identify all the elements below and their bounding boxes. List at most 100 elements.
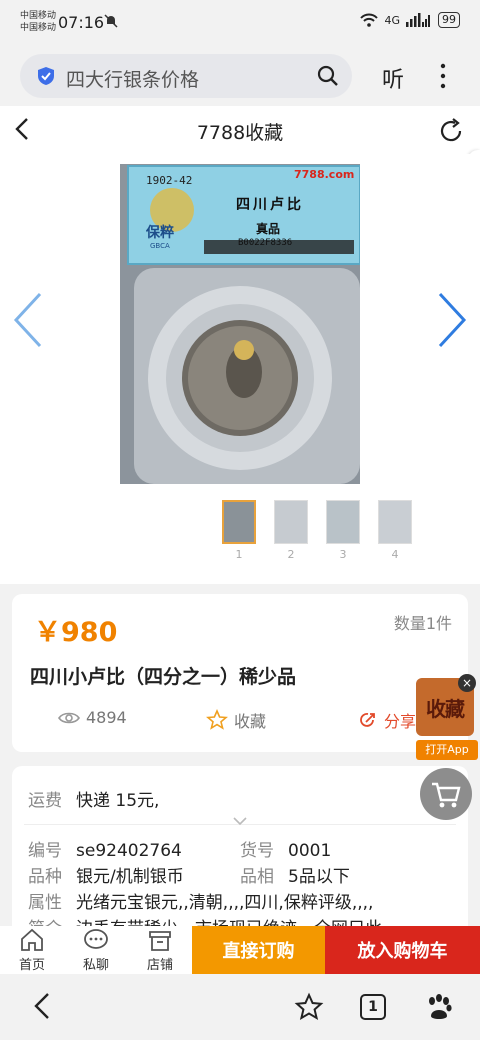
network-type: 4G	[384, 13, 400, 27]
next-image-arrow-icon[interactable]	[434, 290, 470, 350]
open-app-float[interactable]: 收藏 × 打开App	[416, 674, 478, 762]
thumbnail-image	[378, 500, 412, 544]
price: ￥980	[34, 617, 118, 648]
thumbnail-2[interactable]: 2	[274, 500, 308, 561]
thumbnail-strip: 1 2 3 4	[222, 500, 412, 561]
chevron-down-icon[interactable]	[232, 816, 248, 826]
share-button[interactable]: 分享	[358, 708, 416, 732]
baidu-paw-icon[interactable]	[424, 992, 454, 1022]
search-icon[interactable]	[316, 64, 340, 88]
shipping-value: 快递 15元,	[76, 791, 160, 811]
id-key: 编号	[28, 841, 62, 861]
browser-bottom-bar: 1	[0, 978, 480, 1040]
thumbnail-number: 1	[235, 548, 243, 561]
bookmark-star-icon[interactable]	[294, 992, 324, 1022]
product-title: 四川小卢比（四分之一）稀少品	[30, 666, 297, 688]
shipping-key: 运费	[28, 791, 62, 811]
wifi-icon	[360, 13, 379, 27]
thumbnail-3[interactable]: 3	[326, 500, 360, 561]
attributes-key: 属性	[28, 893, 62, 913]
views-stat: 4894	[58, 708, 127, 727]
share-label: 分享	[384, 712, 417, 731]
close-icon[interactable]: ×	[458, 674, 476, 692]
thumbnail-number: 3	[339, 548, 347, 561]
slab-grade: 真品	[256, 222, 281, 236]
kind-key: 品种	[28, 867, 62, 887]
page-header: 7788收藏	[0, 106, 480, 154]
more-options-icon[interactable]	[436, 62, 450, 90]
share-icon	[360, 713, 375, 727]
tab-chat[interactable]: 私聊	[72, 928, 120, 973]
shop-icon	[149, 931, 171, 951]
shield-icon	[38, 67, 54, 85]
thumbnail-number: 4	[391, 548, 399, 561]
prev-image-arrow-icon[interactable]	[10, 290, 46, 350]
tab-shop-label: 店铺	[146, 958, 173, 973]
details-card: 运费 快递 15元, 编号 se92402764 货号 0001 品种 银元/机制银币 …	[12, 766, 468, 936]
carrier-2: 中国移动	[20, 23, 57, 33]
cart-icon	[432, 782, 461, 808]
kind-value: 银元/机制银币	[76, 867, 184, 887]
thumbnail-1[interactable]: 1	[222, 500, 256, 561]
tab-home-label: 首页	[18, 958, 45, 973]
status-bar: 中国移动 中国移动 07:16 4G 99	[0, 0, 480, 46]
views-count: 4894	[86, 708, 127, 727]
system-icons: 4G 99	[360, 12, 460, 28]
image-gallery: 1902-42 7788.com 四川卢比 真品 B0022F8336 保粹 G…	[0, 154, 480, 584]
tab-chat-label: 私聊	[82, 958, 109, 973]
star-icon	[206, 709, 228, 730]
home-icon	[21, 928, 43, 951]
search-query[interactable]: 四大行银条价格	[66, 65, 199, 92]
refresh-icon[interactable]	[436, 116, 466, 146]
grade-row: 品相 5品以下	[240, 862, 350, 887]
slab-title: 四川卢比	[236, 197, 304, 213]
grade-key: 品相	[240, 867, 274, 887]
thumbnail-number: 2	[287, 548, 295, 561]
thumbnail-image	[326, 500, 360, 544]
slab-brand-en: GBCA	[150, 242, 170, 250]
collect-label: 收藏	[234, 712, 267, 731]
collect-button[interactable]: 收藏	[206, 708, 266, 732]
tab-shop[interactable]: 店铺	[136, 928, 184, 973]
shipping-row: 运费 快递 15元,	[28, 786, 159, 811]
item-number-value: 0001	[288, 841, 332, 861]
page-title: 7788收藏	[196, 122, 284, 144]
add-to-cart-button[interactable]: 放入购物车	[325, 926, 480, 974]
attributes-value: 光绪元宝银元,,清朝,,,,四川,保粹评级,,,,	[76, 893, 374, 913]
slab-watermark: 7788.com	[294, 168, 355, 181]
mute-bell-icon	[104, 14, 118, 28]
open-app-button[interactable]: 打开App	[416, 740, 478, 760]
chat-bubble-icon	[84, 929, 108, 949]
tab-home[interactable]: 首页	[8, 928, 56, 973]
main-product-image[interactable]: 1902-42 7788.com 四川卢比 真品 B0022F8336 保粹 G…	[120, 164, 360, 484]
id-row: 编号 se92402764	[28, 836, 182, 861]
product-stats: 4894 收藏 分享	[12, 708, 468, 736]
listen-button[interactable]: 听	[382, 62, 404, 94]
action-bar: 首页 私聊 店铺 直接订购 放入购物车	[0, 926, 480, 974]
price-card: ￥980 数量1件 四川小卢比（四分之一）稀少品 4894 收藏 分享	[12, 594, 468, 752]
browser-search-bar[interactable]: 四大行银条价格	[20, 54, 352, 98]
quantity: 数量1件	[393, 614, 452, 633]
item-number-key: 货号	[240, 841, 274, 861]
attributes-row: 属性 光绪元宝银元,,清朝,,,,四川,保粹评级,,,,	[28, 888, 373, 913]
battery-icon: 99	[438, 12, 460, 28]
eye-icon	[58, 712, 80, 723]
slab-year: 1902-42	[146, 174, 193, 187]
grade-value: 5品以下	[288, 867, 350, 887]
tab-count-button[interactable]: 1	[360, 994, 386, 1020]
carrier-1: 中国移动	[20, 11, 57, 21]
slab-brand: 保粹	[146, 225, 174, 241]
thumbnail-image	[274, 500, 308, 544]
browser-back-icon[interactable]	[28, 990, 56, 1022]
carrier-labels: 中国移动 中国移动	[20, 10, 56, 34]
id-value: se92402764	[76, 841, 182, 861]
clock: 07:16	[58, 13, 105, 32]
floating-cart-button[interactable]	[420, 768, 472, 820]
thumbnail-4[interactable]: 4	[378, 500, 412, 561]
page: 中国移动 中国移动 07:16 4G 99 四大行银条价格 听 7788收藏 1…	[0, 0, 480, 1040]
buy-now-button[interactable]: 直接订购	[192, 926, 325, 974]
kind-row: 品种 银元/机制银币	[28, 862, 184, 887]
slab-code: B0022F8336	[238, 238, 293, 248]
item-number-row: 货号 0001	[240, 836, 331, 861]
signal-icon	[406, 13, 430, 27]
